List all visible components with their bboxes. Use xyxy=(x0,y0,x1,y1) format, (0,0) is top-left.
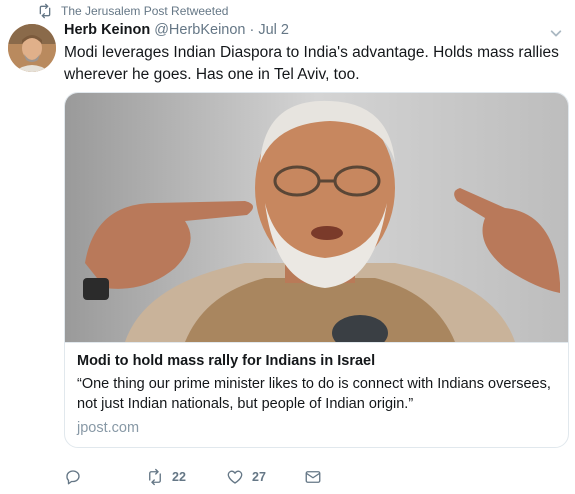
card-body: Modi to hold mass rally for Indians in I… xyxy=(65,342,568,447)
like-count: 27 xyxy=(252,470,266,484)
chevron-down-icon[interactable] xyxy=(549,26,563,40)
direct-message-button[interactable] xyxy=(304,468,322,486)
retweet-count: 22 xyxy=(172,470,186,484)
retweet-button[interactable]: 22 xyxy=(146,468,186,486)
retweet-label: The Jerusalem Post Retweeted xyxy=(61,4,229,18)
separator-dot: · xyxy=(249,22,255,38)
link-card[interactable]: Modi to hold mass rally for Indians in I… xyxy=(64,92,569,448)
direct-message-icon xyxy=(305,471,321,483)
tweet-text: Modi leverages Indian Diaspora to India'… xyxy=(64,44,559,83)
tweet-date[interactable]: Jul 2 xyxy=(258,22,289,38)
author-name[interactable]: Herb Keinon xyxy=(64,22,150,38)
retweet-icon xyxy=(39,3,51,19)
like-icon xyxy=(227,470,243,484)
card-domain[interactable]: jpost.com xyxy=(77,420,139,436)
card-image xyxy=(65,93,568,351)
retweet-context[interactable]: The Jerusalem Post Retweeted xyxy=(37,2,228,20)
reply-icon xyxy=(66,470,80,485)
avatar-image xyxy=(8,24,56,72)
card-description: “One thing our prime minister likes to d… xyxy=(77,376,551,412)
author-handle[interactable]: @HerbKeinon xyxy=(154,22,245,38)
card-title[interactable]: Modi to hold mass rally for Indians in I… xyxy=(77,353,375,369)
retweet-icon xyxy=(149,468,161,486)
tweet-actions: 22 27 xyxy=(64,468,364,488)
reply-button[interactable] xyxy=(64,468,90,486)
avatar[interactable] xyxy=(8,24,56,72)
tweet-header: Herb Keinon @HerbKeinon · Jul 2 xyxy=(64,22,289,42)
like-button[interactable]: 27 xyxy=(226,468,266,486)
